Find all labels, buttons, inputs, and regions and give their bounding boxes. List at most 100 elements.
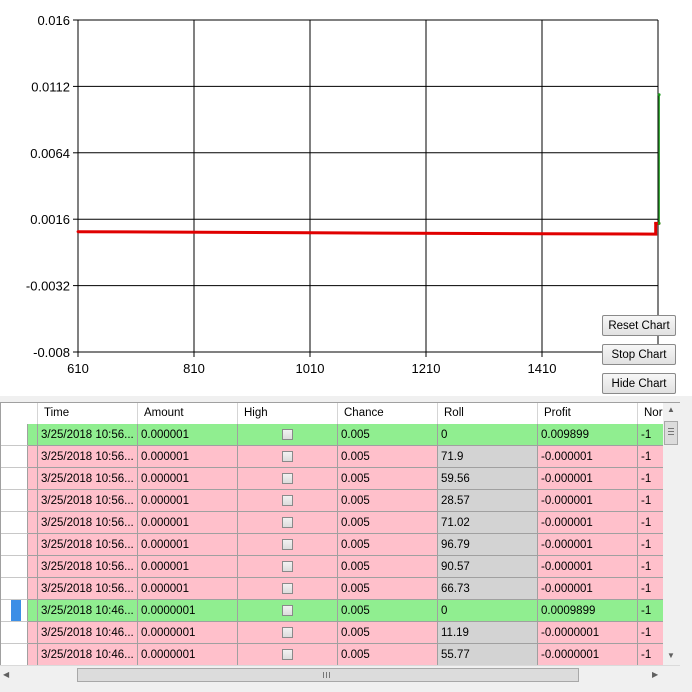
- row-header[interactable]: [1, 468, 28, 490]
- time-cell[interactable]: 3/25/2018 10:56...: [38, 468, 138, 490]
- high-checkbox[interactable]: [282, 561, 293, 572]
- row-header[interactable]: [1, 512, 28, 534]
- time-cell[interactable]: 3/25/2018 10:56...: [38, 424, 138, 446]
- hide-chart-button[interactable]: Hide Chart: [602, 373, 676, 394]
- roll-cell[interactable]: 66.73: [438, 578, 538, 600]
- roll-cell[interactable]: 59.56: [438, 468, 538, 490]
- chance-cell[interactable]: 0.005: [338, 424, 438, 446]
- chance-cell[interactable]: 0.005: [338, 578, 438, 600]
- table-row[interactable]: 3/25/2018 10:46... 0.0000001 0.005 11.19 -0.…: [1, 622, 679, 644]
- vertical-scrollbar[interactable]: ▲ ▼: [663, 403, 680, 665]
- high-cell[interactable]: [238, 512, 338, 534]
- chance-cell[interactable]: 0.005: [338, 468, 438, 490]
- table-row[interactable]: 3/25/2018 10:56... 0.000001 0.005 71.02 -0.0…: [1, 512, 679, 534]
- table-row[interactable]: 3/25/2018 10:56... 0.000001 0.005 0 0.009899…: [1, 424, 679, 446]
- chance-cell[interactable]: 0.005: [338, 644, 438, 666]
- row-header[interactable]: [1, 446, 28, 468]
- scroll-down-arrow-icon[interactable]: ▼: [667, 651, 675, 660]
- column-header-time[interactable]: Time: [38, 403, 138, 424]
- scroll-right-arrow-icon[interactable]: ▶: [652, 670, 658, 679]
- chance-cell[interactable]: 0.005: [338, 512, 438, 534]
- high-checkbox[interactable]: [282, 451, 293, 462]
- high-checkbox[interactable]: [282, 473, 293, 484]
- row-header[interactable]: [1, 644, 28, 666]
- table-row[interactable]: 3/25/2018 10:46... 0.0000001 0.005 0 0.00098…: [1, 600, 679, 622]
- amount-cell[interactable]: 0.000001: [138, 424, 238, 446]
- time-cell[interactable]: 3/25/2018 10:46...: [38, 644, 138, 666]
- chance-cell[interactable]: 0.005: [338, 490, 438, 512]
- table-row[interactable]: 3/25/2018 10:56... 0.000001 0.005 66.73 -0.0…: [1, 578, 679, 600]
- high-cell[interactable]: [238, 644, 338, 666]
- profit-cell[interactable]: -0.000001: [538, 578, 638, 600]
- column-header-high[interactable]: High: [238, 403, 338, 424]
- roll-cell[interactable]: 28.57: [438, 490, 538, 512]
- roll-cell[interactable]: 0: [438, 424, 538, 446]
- high-checkbox[interactable]: [282, 539, 293, 550]
- profit-cell[interactable]: -0.0000001: [538, 644, 638, 666]
- row-header[interactable]: [1, 600, 28, 622]
- roll-cell[interactable]: 55.77: [438, 644, 538, 666]
- amount-cell[interactable]: 0.000001: [138, 446, 238, 468]
- reset-chart-button[interactable]: Reset Chart: [602, 315, 676, 336]
- amount-cell[interactable]: 0.000001: [138, 490, 238, 512]
- profit-cell[interactable]: -0.000001: [538, 512, 638, 534]
- roll-cell[interactable]: 71.02: [438, 512, 538, 534]
- time-cell[interactable]: 3/25/2018 10:56...: [38, 578, 138, 600]
- chance-cell[interactable]: 0.005: [338, 446, 438, 468]
- table-row[interactable]: 3/25/2018 10:56... 0.000001 0.005 59.56 -0.0…: [1, 468, 679, 490]
- vertical-scroll-thumb[interactable]: [664, 421, 678, 445]
- time-cell[interactable]: 3/25/2018 10:56...: [38, 446, 138, 468]
- horizontal-scrollbar[interactable]: ◀ ▶: [0, 665, 680, 685]
- high-checkbox[interactable]: [282, 517, 293, 528]
- time-cell[interactable]: 3/25/2018 10:56...: [38, 490, 138, 512]
- high-checkbox[interactable]: [282, 495, 293, 506]
- time-cell[interactable]: 3/25/2018 10:46...: [38, 600, 138, 622]
- high-cell[interactable]: [238, 424, 338, 446]
- amount-cell[interactable]: 0.000001: [138, 578, 238, 600]
- time-cell[interactable]: 3/25/2018 10:56...: [38, 556, 138, 578]
- time-cell[interactable]: 3/25/2018 10:56...: [38, 534, 138, 556]
- row-header[interactable]: [1, 622, 28, 644]
- amount-cell[interactable]: 0.0000001: [138, 644, 238, 666]
- table-row[interactable]: 3/25/2018 10:46... 0.0000001 0.005 55.77 -0.…: [1, 644, 679, 666]
- high-cell[interactable]: [238, 622, 338, 644]
- amount-cell[interactable]: 0.000001: [138, 556, 238, 578]
- roll-cell[interactable]: 11.19: [438, 622, 538, 644]
- chance-cell[interactable]: 0.005: [338, 622, 438, 644]
- high-checkbox[interactable]: [282, 583, 293, 594]
- roll-cell[interactable]: 71.9: [438, 446, 538, 468]
- scroll-up-arrow-icon[interactable]: ▲: [667, 405, 675, 414]
- high-cell[interactable]: [238, 534, 338, 556]
- high-cell[interactable]: [238, 468, 338, 490]
- amount-cell[interactable]: 0.000001: [138, 534, 238, 556]
- roll-cell[interactable]: 0: [438, 600, 538, 622]
- time-cell[interactable]: 3/25/2018 10:56...: [38, 512, 138, 534]
- column-header-profit[interactable]: Profit: [538, 403, 638, 424]
- profit-cell[interactable]: -0.000001: [538, 534, 638, 556]
- chance-cell[interactable]: 0.005: [338, 600, 438, 622]
- high-cell[interactable]: [238, 600, 338, 622]
- amount-cell[interactable]: 0.0000001: [138, 622, 238, 644]
- row-header[interactable]: [1, 556, 28, 578]
- high-checkbox[interactable]: [282, 605, 293, 616]
- high-cell[interactable]: [238, 490, 338, 512]
- row-header[interactable]: [1, 578, 28, 600]
- row-header[interactable]: [1, 424, 28, 446]
- table-row[interactable]: 3/25/2018 10:56... 0.000001 0.005 90.57 -0.0…: [1, 556, 679, 578]
- stop-chart-button[interactable]: Stop Chart: [602, 344, 676, 365]
- profit-cell[interactable]: 0.0009899: [538, 600, 638, 622]
- time-cell[interactable]: 3/25/2018 10:46...: [38, 622, 138, 644]
- row-header[interactable]: [1, 534, 28, 556]
- profit-cell[interactable]: -0.000001: [538, 446, 638, 468]
- high-cell[interactable]: [238, 446, 338, 468]
- table-row[interactable]: 3/25/2018 10:56... 0.000001 0.005 71.9 -0.00…: [1, 446, 679, 468]
- profit-cell[interactable]: -0.000001: [538, 490, 638, 512]
- row-header[interactable]: [1, 490, 28, 512]
- roll-cell[interactable]: 90.57: [438, 556, 538, 578]
- high-checkbox[interactable]: [282, 649, 293, 660]
- roll-cell[interactable]: 96.79: [438, 534, 538, 556]
- high-cell[interactable]: [238, 578, 338, 600]
- high-checkbox[interactable]: [282, 429, 293, 440]
- profit-cell[interactable]: -0.000001: [538, 556, 638, 578]
- column-header-chance[interactable]: Chance: [338, 403, 438, 424]
